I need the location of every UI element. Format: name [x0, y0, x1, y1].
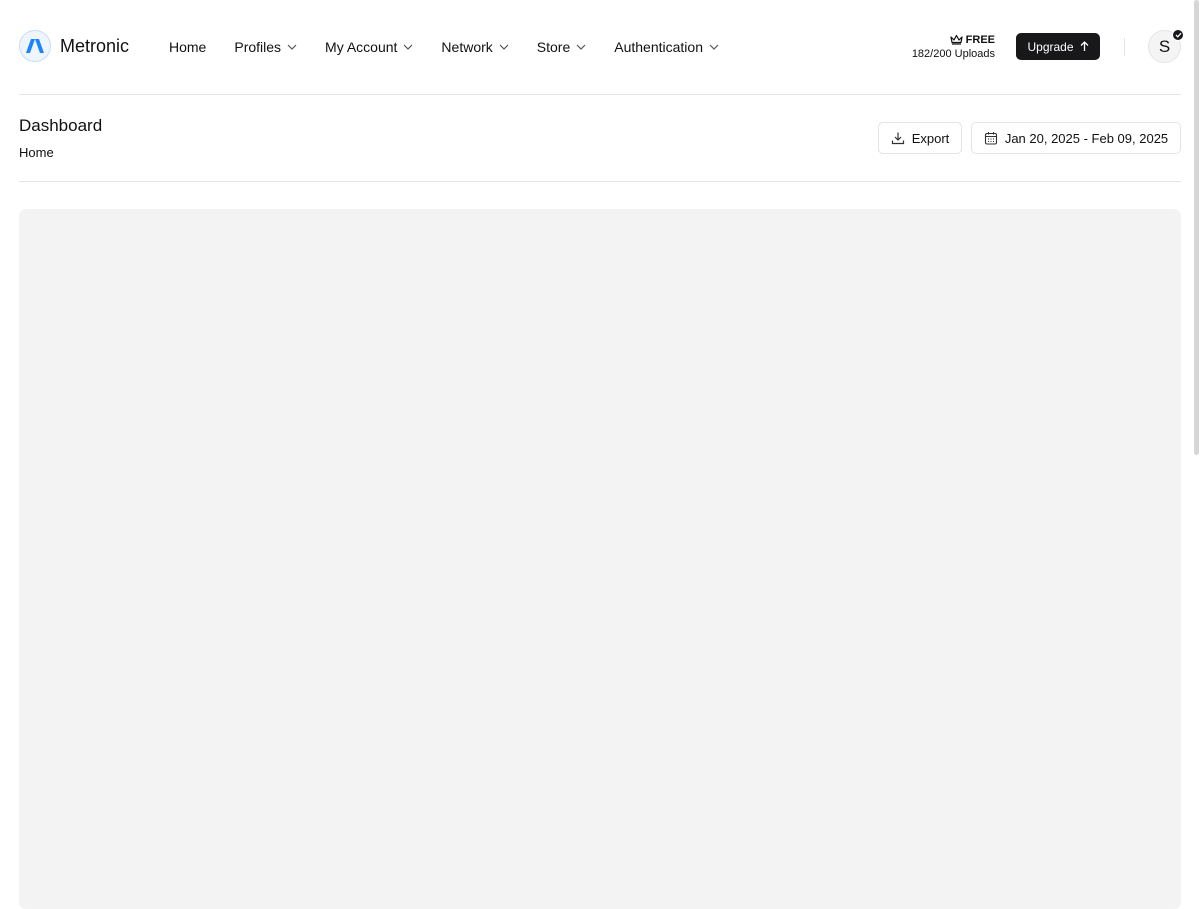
chevron-down-icon	[709, 44, 719, 50]
toolbar-divider-line	[19, 181, 1181, 182]
breadcrumb[interactable]: Home	[19, 145, 102, 160]
header-divider	[1124, 38, 1125, 56]
page-heading: Dashboard Home	[19, 116, 102, 160]
page-scrollbar[interactable]	[1192, 0, 1200, 900]
nav-item-store[interactable]: Store	[537, 38, 586, 56]
uploads-count: 182/200 Uploads	[911, 48, 995, 60]
upgrade-button-label: Upgrade	[1027, 39, 1074, 54]
chevron-down-icon	[499, 44, 509, 50]
calendar-icon	[984, 131, 998, 145]
plan-badge-label: FREE	[965, 33, 995, 46]
nav-item-label: Store	[536, 39, 571, 55]
arrow-up-icon	[1080, 41, 1089, 52]
nav-item-label: Network	[441, 39, 493, 55]
download-icon	[891, 131, 905, 145]
nav-item-label: My Account	[325, 39, 398, 55]
dashboard-content-placeholder	[19, 209, 1181, 909]
header-divider-line	[19, 94, 1181, 95]
plan-status: FREE 182/200 Uploads	[911, 32, 995, 61]
export-button-label: Export	[911, 130, 950, 146]
chevron-down-icon	[576, 44, 586, 50]
nav-item-home[interactable]: Home	[169, 38, 206, 56]
export-button[interactable]: Export	[878, 122, 962, 154]
date-range-label: Jan 20, 2025 - Feb 09, 2025	[1004, 130, 1169, 146]
metronic-logo-icon	[19, 30, 51, 62]
upgrade-button[interactable]: Upgrade	[1016, 33, 1100, 60]
nav-item-label: Authentication	[614, 39, 703, 55]
chevron-down-icon	[403, 44, 413, 50]
scrollbar-thumb[interactable]	[1194, 0, 1199, 455]
avatar-initial: S	[1158, 36, 1171, 56]
nav-item-my-account[interactable]: My Account	[325, 38, 413, 56]
nav-item-network[interactable]: Network	[441, 38, 509, 56]
plan-badge: FREE	[912, 32, 995, 47]
brand-name: Metronic	[60, 35, 130, 56]
crown-icon	[950, 34, 963, 45]
nav-item-profiles[interactable]: Profiles	[234, 38, 297, 56]
nav-item-label: Profiles	[234, 39, 282, 55]
page-title: Dashboard	[19, 116, 103, 135]
date-range-picker[interactable]: Jan 20, 2025 - Feb 09, 2025	[971, 122, 1181, 154]
brand-logo[interactable]: Metronic	[19, 30, 129, 62]
verified-badge-icon	[1172, 29, 1184, 41]
top-header: Metronic Home Profiles My Account Networ…	[0, 0, 1192, 94]
main-nav: Home Profiles My Account Network Store A…	[169, 38, 747, 56]
chevron-down-icon	[287, 44, 297, 50]
nav-item-label: Home	[169, 39, 207, 55]
nav-item-authentication[interactable]: Authentication	[614, 38, 719, 56]
